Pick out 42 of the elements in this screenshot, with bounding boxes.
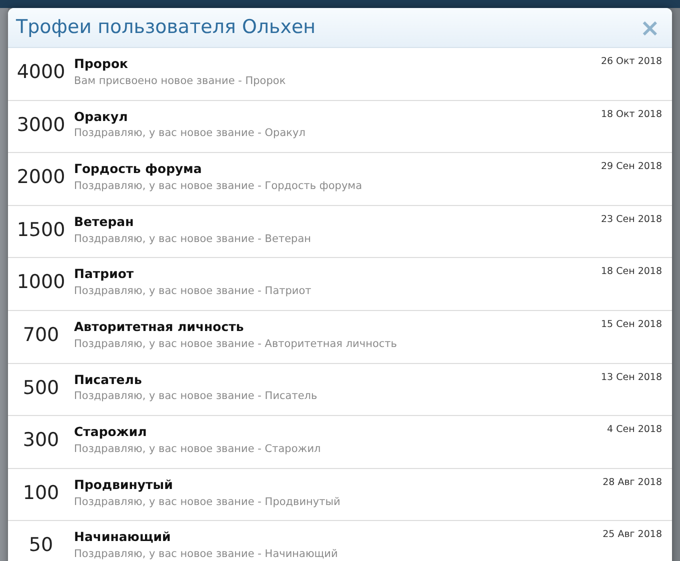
trophy-name: Писатель — [74, 370, 142, 389]
trophy-date: 28 Авг 2018 — [602, 476, 663, 490]
trophy-date: 18 Сен 2018 — [601, 265, 663, 280]
trophy-name: Старожил — [74, 423, 147, 442]
trophy-points: 100 — [22, 480, 60, 506]
trophy-points: 1500 — [16, 218, 66, 243]
trophy-name: Авторитетная личность — [74, 318, 244, 336]
trophy-date: 15 Сен 2018 — [601, 318, 663, 332]
trophy-points: 4000 — [16, 60, 66, 85]
trophy-points: 1000 — [16, 270, 66, 296]
trophy-date: 4 Сен 2018 — [607, 423, 663, 438]
trophy-name: Пророк — [74, 55, 128, 73]
trophy-name: Продвинутый — [74, 476, 173, 494]
close-button[interactable]: × — [636, 16, 664, 40]
trophy-points: 500 — [22, 376, 60, 401]
trophy-description: Вам присвоено новое звание - Пророк — [74, 74, 286, 89]
trophy-name: Патриот — [74, 265, 134, 284]
trophy-name: Начинающий — [74, 528, 171, 546]
trophy-date: 26 Окт 2018 — [600, 55, 663, 69]
trophy-description: Поздравляю, у вас новое звание - Гордость форума — [74, 178, 362, 194]
trophy-description: Поздравляю, у вас новое звание - Патриот — [74, 284, 312, 300]
trophy-date: 25 Авг 2018 — [602, 528, 663, 542]
trophy-points: 2000 — [16, 165, 66, 190]
trophy-description: Поздравляю, у вас новое звание - Оракул — [74, 126, 306, 142]
trophy-description: Поздравляю, у вас новое звание - Старожил — [74, 442, 321, 457]
trophy-points: 3000 — [16, 112, 66, 138]
trophy-description: Поздравляю, у вас новое звание - Ветеран — [74, 232, 311, 247]
trophy-points: 50 — [28, 533, 54, 558]
trophy-description: Поздравляю, у вас новое звание - Продвинутый — [74, 494, 340, 510]
trophy-name: Ветеран — [74, 212, 134, 231]
trophy-date: 23 Сен 2018 — [601, 212, 663, 227]
trophy-points: 700 — [22, 322, 60, 348]
trophy-name: Оракул — [74, 108, 128, 126]
trophy-name: Гордость форума — [74, 160, 202, 178]
trophy-date: 18 Окт 2018 — [600, 108, 663, 122]
trophy-date: 13 Сен 2018 — [601, 370, 663, 385]
trophy-description: Поздравляю, у вас новое звание - Начинающий — [74, 547, 338, 561]
trophy-points: 300 — [22, 428, 60, 454]
trophy-description: Поздравляю, у вас новое звание - Авторитетная личность — [74, 336, 397, 352]
dialog-title: Трофеи пользователя Ольхен — [16, 15, 316, 40]
trophy-description: Поздравляю, у вас новое звание - Писатель — [74, 389, 318, 404]
trophy-date: 29 Сен 2018 — [601, 160, 663, 174]
